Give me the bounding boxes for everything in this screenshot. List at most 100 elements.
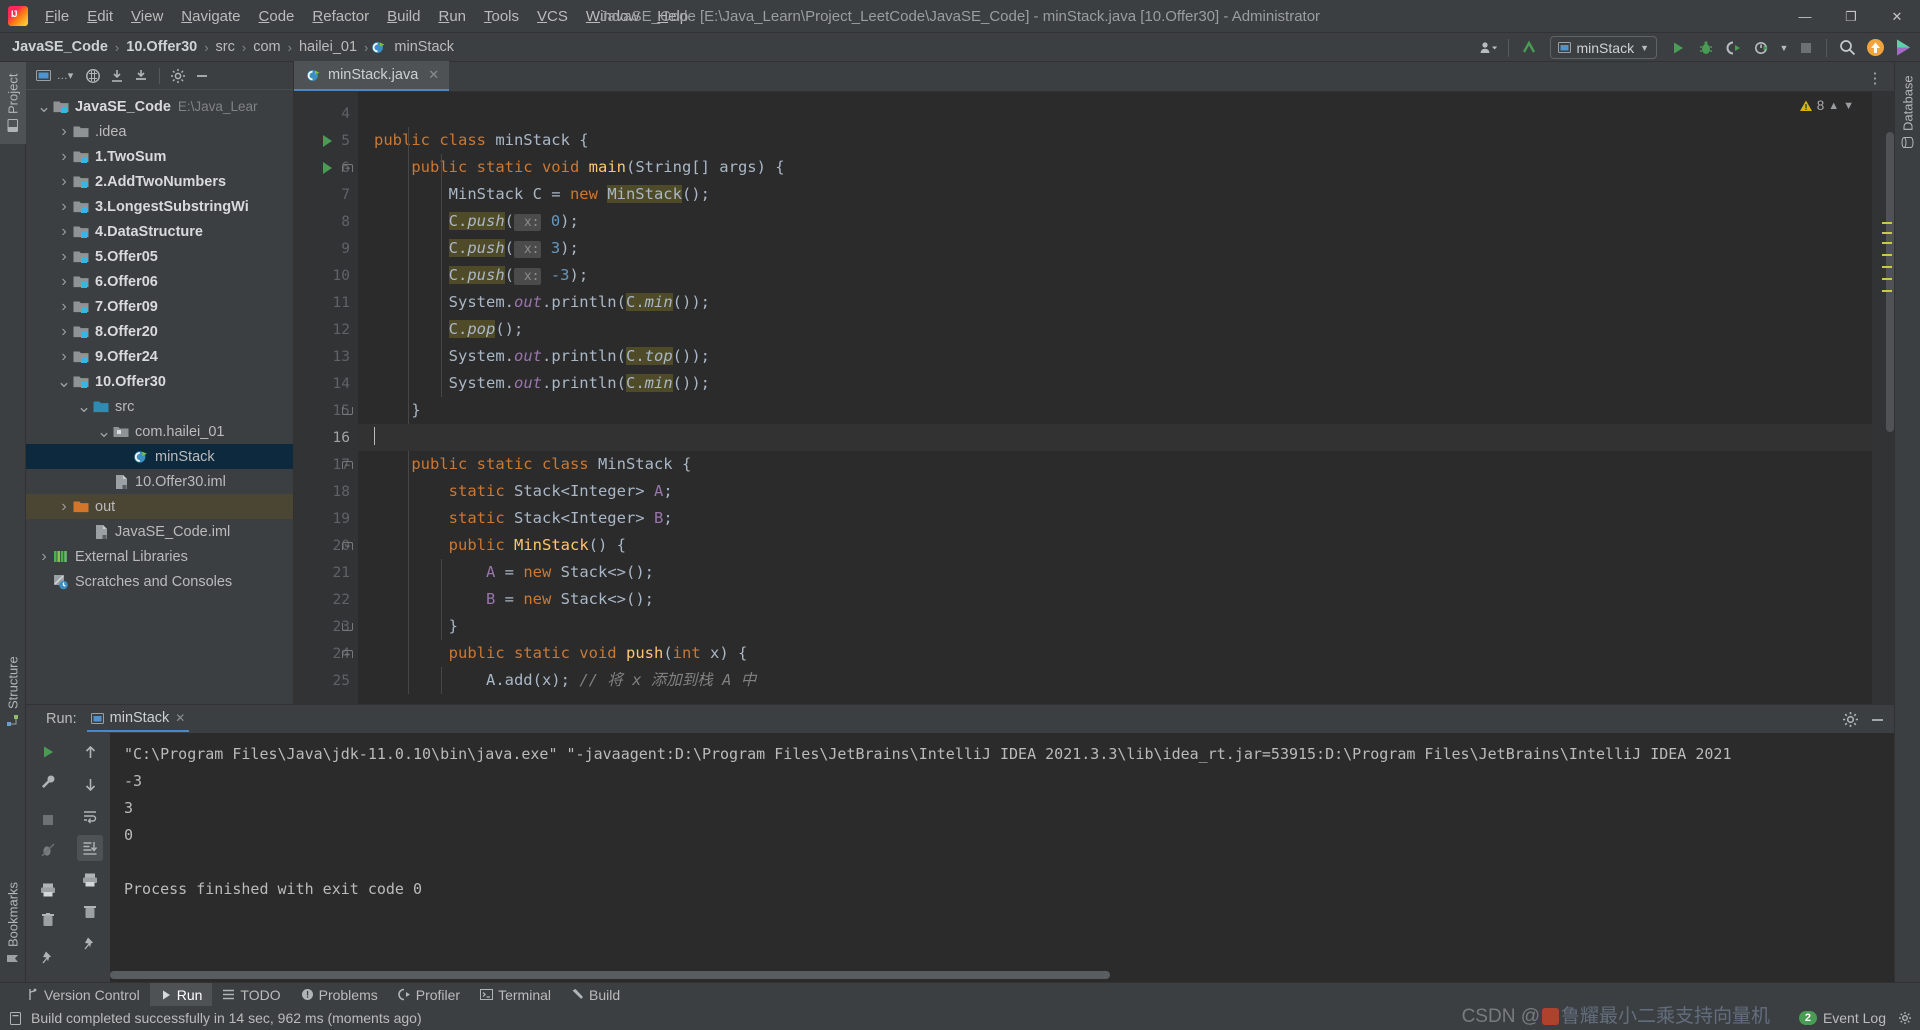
trash-icon[interactable] [35, 907, 61, 933]
code-line[interactable]: } [358, 613, 1872, 640]
code-line[interactable]: MinStack C = new MinStack(); [358, 181, 1872, 208]
tree-item--idea[interactable]: › .idea [26, 119, 293, 144]
gear-icon[interactable] [1842, 711, 1859, 728]
tree-item-out[interactable]: › out [26, 494, 293, 519]
console-horizontal-scrollbar[interactable] [110, 971, 1110, 979]
pin-tab-icon[interactable] [77, 931, 103, 957]
sidebar-tab-project[interactable]: Project [0, 62, 26, 144]
tree-item-8-offer20[interactable]: › 8.Offer20 [26, 319, 293, 344]
chevron-right-icon[interactable]: › [56, 223, 72, 241]
code-line[interactable]: public static void push(int x) { [358, 640, 1872, 667]
sidebar-tab-bookmarks[interactable]: Bookmarks [0, 868, 26, 978]
chevron-down-icon[interactable]: ⌄ [96, 423, 112, 440]
code-line[interactable] [358, 424, 1872, 451]
fold-end-icon[interactable] [342, 622, 353, 631]
tree-item-src[interactable]: ⌄ src [26, 394, 293, 419]
delete-icon[interactable] [77, 899, 103, 925]
breadcrumb-item-hailei_01[interactable]: hailei_01 [295, 37, 361, 57]
bottom-tab-todo[interactable]: TODO [212, 983, 290, 1007]
tree-item-9-offer24[interactable]: › 9.Offer24 [26, 344, 293, 369]
ide-features-icon[interactable] [1890, 36, 1916, 60]
profiler-icon[interactable] [1749, 36, 1775, 60]
gear-icon[interactable] [167, 65, 189, 87]
run-gutter-icon[interactable] [323, 134, 332, 147]
menu-build[interactable]: Build [378, 4, 429, 29]
tree-item-minstack[interactable]: minStack [26, 444, 293, 469]
tree-item-3-longestsubstringwi[interactable]: › 3.LongestSubstringWi [26, 194, 293, 219]
collapse-scope-icon[interactable] [82, 65, 104, 87]
chevron-down-icon[interactable]: ⌄ [36, 98, 52, 115]
collapse-all-icon[interactable] [130, 65, 152, 87]
search-icon[interactable] [1834, 36, 1860, 60]
sidebar-tab-database[interactable]: Database [1895, 62, 1920, 162]
editor-tab-minstack[interactable]: minStack.java ✕ [294, 61, 450, 91]
chevron-right-icon[interactable]: › [36, 548, 52, 566]
chevron-down-icon[interactable]: ⌄ [76, 398, 92, 415]
code-line[interactable]: System.out.println(C.min()); [358, 289, 1872, 316]
bottom-tab-terminal[interactable]: Terminal [470, 983, 561, 1007]
tree-item-4-datastructure[interactable]: › 4.DataStructure [26, 219, 293, 244]
more-options-icon[interactable]: ⋮ [1862, 66, 1888, 90]
close-icon[interactable]: ✕ [175, 711, 185, 725]
tree-item-10-offer30-iml[interactable]: 10.Offer30.iml [26, 469, 293, 494]
bottom-tab-run[interactable]: Run [149, 982, 213, 1007]
update-project-icon[interactable] [1516, 36, 1542, 60]
chevron-right-icon[interactable]: › [56, 323, 72, 341]
bottom-tab-build[interactable]: Build [561, 983, 630, 1007]
pin-icon[interactable] [35, 945, 61, 971]
code-line[interactable]: C.push( x: -3); [358, 262, 1872, 289]
breadcrumb-item-com[interactable]: com [249, 37, 284, 57]
tree-item-scratches-and-consoles[interactable]: Scratches and Consoles [26, 569, 293, 594]
updates-available-icon[interactable] [1862, 36, 1888, 60]
rerun-icon[interactable] [35, 739, 61, 765]
code-line[interactable]: C.push( x: 3); [358, 235, 1872, 262]
breadcrumb-item-10-offer30[interactable]: 10.Offer30 [122, 37, 201, 57]
chevron-right-icon[interactable]: › [56, 498, 72, 516]
run-tab-minstack[interactable]: minStack ✕ [86, 706, 190, 732]
code-line[interactable]: A = new Stack<>(); [358, 559, 1872, 586]
tree-item-com-hailei_01[interactable]: ⌄ com.hailei_01 [26, 419, 293, 444]
maximize-button[interactable]: ❐ [1828, 0, 1874, 33]
minimize-icon[interactable] [1869, 711, 1886, 728]
run-icon[interactable] [1665, 36, 1691, 60]
bottom-tab-profiler[interactable]: Profiler [388, 983, 470, 1007]
wrench-icon[interactable] [35, 769, 61, 795]
chevron-down-icon[interactable]: ⌄ [56, 373, 72, 390]
up-arrow-icon[interactable] [77, 739, 103, 765]
scroll-to-end-icon[interactable] [77, 835, 103, 861]
chevron-down-icon[interactable]: ▼ [1843, 100, 1854, 112]
minimize-button[interactable]: — [1782, 0, 1828, 33]
chevron-right-icon[interactable]: › [56, 173, 72, 191]
code-line[interactable]: } [358, 397, 1872, 424]
chevron-right-icon[interactable]: › [56, 148, 72, 166]
chevron-right-icon[interactable]: › [56, 348, 72, 366]
menu-file[interactable]: File [36, 4, 78, 29]
chevron-down-icon[interactable]: ▼ [1777, 36, 1791, 60]
bottom-tab-problems[interactable]: Problems [291, 983, 388, 1007]
down-arrow-icon[interactable] [77, 771, 103, 797]
code-line[interactable] [358, 100, 1872, 127]
tree-item-1-twosum[interactable]: › 1.TwoSum [26, 144, 293, 169]
account-icon[interactable] [1475, 36, 1501, 60]
tree-item-5-offer05[interactable]: › 5.Offer05 [26, 244, 293, 269]
close-button[interactable]: ✕ [1874, 0, 1920, 33]
breadcrumb-item-src[interactable]: src [212, 37, 239, 57]
menu-vcs[interactable]: VCS [528, 4, 577, 29]
fold-collapse-icon[interactable]: − [342, 163, 353, 172]
fold-collapse-icon[interactable]: − [342, 460, 353, 469]
code-line[interactable]: System.out.println(C.top()); [358, 343, 1872, 370]
menu-view[interactable]: View [122, 4, 172, 29]
code-line[interactable]: C.pop(); [358, 316, 1872, 343]
breadcrumb-item-javase_code[interactable]: JavaSE_Code [8, 37, 112, 57]
fold-end-icon[interactable] [342, 406, 353, 415]
tree-item-7-offer09[interactable]: › 7.Offer09 [26, 294, 293, 319]
event-log-widget[interactable]: 2 Event Log [1798, 1010, 1886, 1026]
sidebar-tab-structure[interactable]: Structure [0, 642, 26, 742]
menu-refactor[interactable]: Refactor [303, 4, 378, 29]
menu-help[interactable]: Help [648, 4, 697, 29]
inspection-status-widget[interactable]: 8 ▲ ▼ [1799, 98, 1854, 113]
menu-navigate[interactable]: Navigate [172, 4, 249, 29]
tree-item-10-offer30[interactable]: ⌄ 10.Offer30 [26, 369, 293, 394]
menu-tools[interactable]: Tools [475, 4, 528, 29]
chevron-up-icon[interactable]: ▲ [1828, 100, 1839, 112]
